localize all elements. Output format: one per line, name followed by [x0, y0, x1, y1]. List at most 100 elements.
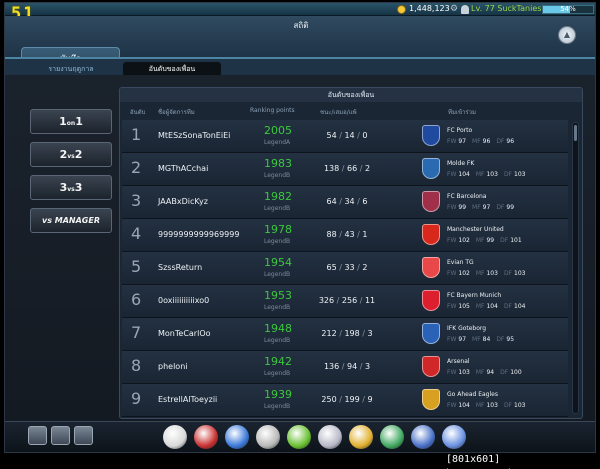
draws: 33 [344, 263, 355, 272]
df-rating: 99 [506, 204, 515, 211]
mf-label: MF [475, 369, 485, 376]
table-row[interactable]: 9 EstrellAlToeyzii 1939 LegendB 250 / 199 / … [122, 384, 568, 417]
win-draw-loss: 326 / 256 / 11 [318, 296, 376, 305]
wins: 250 [321, 395, 337, 404]
manager-name: pheloni [158, 362, 188, 371]
club-name: Evian TG [447, 259, 474, 266]
scrollbar[interactable] [572, 122, 579, 414]
mode-label: 3 [74, 181, 83, 194]
mf-rating: 103 [486, 402, 498, 409]
notebook-icon[interactable] [318, 425, 342, 449]
fw-rating: 103 [458, 369, 470, 376]
coin-balance: 1,448,123 [409, 4, 450, 13]
league-tier: LegendB [264, 304, 291, 311]
fw-rating: 99 [458, 204, 467, 211]
club-crest-icon [422, 356, 440, 377]
gear-icon[interactable]: ⚙ [450, 5, 459, 14]
chat-icon[interactable] [51, 426, 70, 445]
df-rating: 101 [510, 237, 522, 244]
draws: 94 [347, 362, 358, 371]
table-row[interactable]: 2 MGThACchai 1983 LegendB 138 / 66 / 2 Molde … [122, 153, 568, 186]
cone-icon[interactable] [287, 425, 311, 449]
fw-rating: 97 [458, 138, 467, 145]
ranking-points: 1948 [264, 322, 292, 335]
fw-rating: 105 [458, 303, 470, 310]
boot-icon[interactable] [225, 425, 249, 449]
club-crest-icon [422, 125, 440, 146]
football-icon[interactable] [194, 425, 218, 449]
mf-label: MF [472, 204, 481, 211]
mail-icon[interactable] [74, 426, 93, 445]
wins: 212 [321, 329, 337, 338]
df-label: DF [503, 270, 513, 277]
tab-season-report[interactable]: รายงานฤดูกาล [43, 62, 99, 76]
scroll-thumb[interactable] [574, 125, 577, 141]
win-draw-loss: 65 / 33 / 2 [326, 263, 368, 272]
win-draw-loss: 54 / 14 / 0 [326, 131, 368, 140]
table-row[interactable]: 7 MonTeCarlOo 1948 LegendB 212 / 198 / 3 IFK … [122, 318, 568, 351]
friends-icon[interactable] [28, 426, 47, 445]
ranking-points: 2005 [264, 124, 292, 137]
wins: 88 [326, 230, 337, 239]
df-label: DF [496, 204, 505, 211]
ranking-points: 1982 [264, 190, 292, 203]
ranking-points: 1954 [264, 256, 292, 269]
ranking-points: 1983 [264, 157, 292, 170]
basket-icon[interactable] [442, 425, 466, 449]
league-tier: LegendB [264, 370, 291, 377]
fw-label: FW [447, 303, 457, 310]
mf-rating: 94 [486, 369, 495, 376]
manager-name: JAABxDicKyz [158, 197, 208, 206]
club-badge-icon[interactable] [380, 425, 404, 449]
team-ratings: FW 104 MF 103 DF 103 [447, 171, 531, 178]
mf-rating: 103 [486, 171, 498, 178]
wins: 138 [323, 164, 340, 173]
fw-label: FW [447, 270, 457, 277]
collapse-button[interactable]: ▲ [558, 26, 576, 44]
wins: 136 [323, 362, 340, 371]
mf-rating: 96 [482, 138, 491, 145]
club-crest-icon [422, 290, 440, 311]
trophy-icon[interactable] [256, 425, 280, 449]
fw-label: FW [447, 336, 457, 343]
table-row[interactable]: 4 9999999999969999 1978 LegendB 88 / 43 / 1 M… [122, 219, 568, 252]
medal-icon[interactable] [349, 425, 373, 449]
mf-rating: 104 [486, 303, 498, 310]
image-caption: [801x601] https://upic.me/ [446, 454, 542, 469]
df-label: DF [496, 138, 505, 145]
df-label: DF [496, 336, 505, 343]
contract-icon[interactable] [411, 425, 435, 449]
table-row[interactable]: 8 pheloni 1942 LegendB 136 / 94 / 3 Arsenal FW… [122, 351, 568, 384]
cards-icon[interactable] [163, 425, 187, 449]
losses: 6 [362, 197, 368, 206]
tab-friends-ranking[interactable]: อันดับของเพื่อน [123, 62, 221, 76]
mf-label: MF [472, 336, 481, 343]
xp-bar: 54% [542, 5, 594, 14]
fw-label: FW [447, 171, 457, 178]
df-rating: 103 [514, 270, 526, 277]
mode-vs-manager-button[interactable]: vs MANAGER [30, 208, 112, 233]
team-ratings: FW 105 MF 104 DF 104 [447, 303, 531, 310]
club-name: Go Ahead Eagles [447, 391, 498, 398]
table-row[interactable]: 5 SzssReturn 1954 LegendB 65 / 33 / 2 Evian T… [122, 252, 568, 285]
table-row[interactable]: 6 0oxiiiiiiiiiixo0 1953 LegendB 326 / 256 / … [122, 285, 568, 318]
club-name: Arsenal [447, 358, 470, 365]
draws: 14 [344, 131, 355, 140]
rank-number: 8 [131, 356, 142, 375]
draws: 199 [344, 395, 360, 404]
mode-3vs3-button[interactable]: 3vs3 [30, 175, 112, 200]
mf-label: MF [475, 402, 485, 409]
losses: 2 [362, 263, 368, 272]
table-row[interactable]: 3 JAABxDicKyz 1982 LegendB 64 / 34 / 6 FC Bar… [122, 186, 568, 219]
col-win-draw-loss: ชนะ/เสมอ/แพ้ [320, 109, 357, 116]
mf-label: MF [475, 171, 485, 178]
mf-label: MF [475, 303, 485, 310]
table-row[interactable]: 1 MtESzSonaTonEiEi 2005 LegendA 54 / 14 / 0 F… [122, 120, 568, 153]
rank-number: 7 [131, 323, 142, 342]
fw-rating: 102 [458, 237, 470, 244]
mode-1on1-button[interactable]: 1on1 [30, 109, 112, 134]
mode-2vs2-button[interactable]: 2vs2 [30, 142, 112, 167]
team-ratings: FW 97 MF 96 DF 96 [447, 138, 520, 145]
league-tier: LegendB [264, 205, 291, 212]
df-rating: 104 [514, 303, 526, 310]
